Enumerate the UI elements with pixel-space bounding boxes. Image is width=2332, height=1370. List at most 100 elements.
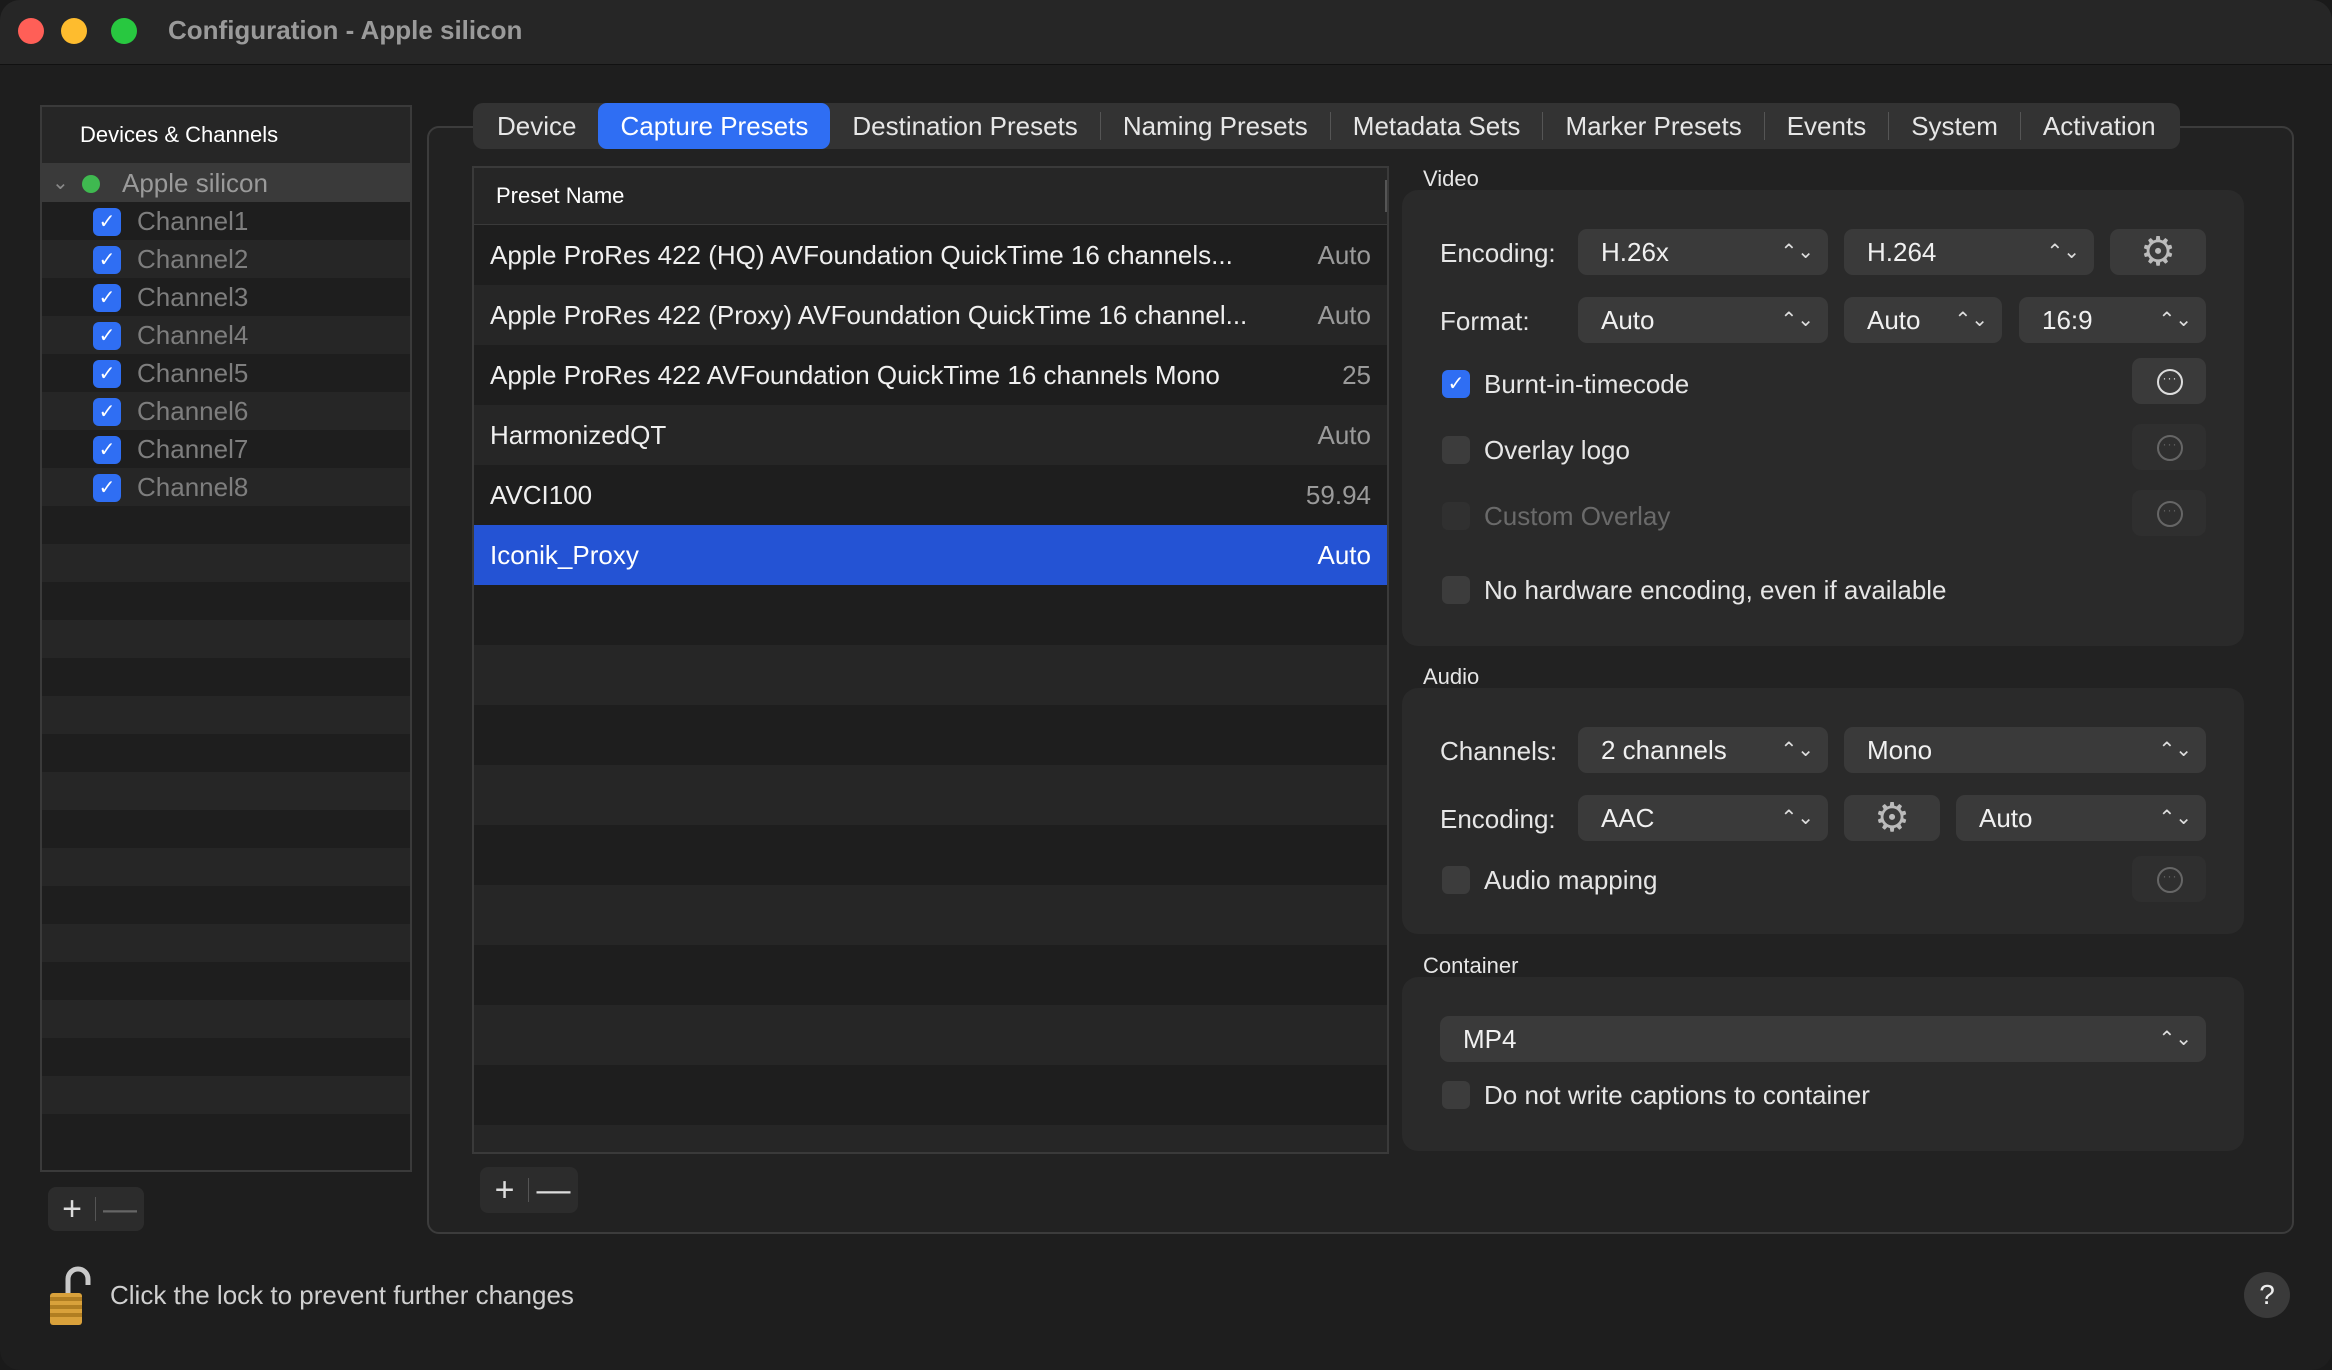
audio-sample-rate-popup[interactable]: Auto ⌃⌄ xyxy=(1956,795,2206,841)
preset-name-column-header[interactable]: Preset Name xyxy=(474,168,1387,225)
audio-encoding-popup[interactable]: AAC ⌃⌄ xyxy=(1578,795,1828,841)
video-encoder-settings-button[interactable]: ⚙ xyxy=(2110,229,2206,275)
burnt-in-timecode-label: Burnt-in-timecode xyxy=(1484,369,1690,399)
empty-row xyxy=(42,620,410,658)
audio-mapping-options-button[interactable]: ··· xyxy=(2132,856,2206,902)
updown-chevron-icon: ⌃⌄ xyxy=(1780,241,1814,263)
empty-row xyxy=(474,825,1387,885)
preset-rate: Auto xyxy=(1317,300,1372,330)
tab-naming-presets[interactable]: Naming Presets xyxy=(1101,103,1330,149)
audio-channels-label: Channels: xyxy=(1440,736,1558,766)
popup-value: H.264 xyxy=(1867,237,1937,267)
channel-row[interactable]: ✓ Channel7 xyxy=(42,430,410,468)
tab-activation[interactable]: Activation xyxy=(2021,103,2178,149)
empty-row xyxy=(42,734,410,772)
tab-destination-presets[interactable]: Destination Presets xyxy=(830,103,1099,149)
remove-device-button[interactable]: — xyxy=(96,1187,144,1231)
zoom-window-button[interactable] xyxy=(111,18,137,44)
video-frame-rate-popup[interactable]: Auto ⌃⌄ xyxy=(1844,297,2002,343)
channel-checkbox[interactable]: ✓ xyxy=(93,322,121,350)
empty-row xyxy=(474,645,1387,705)
channel-row[interactable]: ✓ Channel3 xyxy=(42,278,410,316)
channel-checkbox[interactable]: ✓ xyxy=(93,398,121,426)
updown-chevron-icon: ⌃⌄ xyxy=(2158,309,2192,331)
custom-overlay-label: Custom Overlay xyxy=(1484,501,1671,531)
device-row-apple-silicon[interactable]: ⌄ Apple silicon xyxy=(42,164,410,202)
channel-row[interactable]: ✓ Channel8 xyxy=(42,468,410,506)
preset-row[interactable]: HarmonizedQT Auto xyxy=(474,405,1387,465)
burnt-in-options-button[interactable]: ··· xyxy=(2132,358,2206,404)
preset-row[interactable]: Apple ProRes 422 (HQ) AVFoundation Quick… xyxy=(474,225,1387,285)
tab-capture-presets[interactable]: Capture Presets xyxy=(598,103,831,149)
custom-overlay-checkbox[interactable] xyxy=(1442,502,1470,530)
burnt-in-timecode-checkbox[interactable]: ✓ xyxy=(1442,370,1470,398)
updown-chevron-icon: ⌃⌄ xyxy=(1780,309,1814,331)
audio-channel-mode-popup[interactable]: Mono ⌃⌄ xyxy=(1844,727,2206,773)
preset-rate: Auto xyxy=(1317,540,1372,570)
empty-row xyxy=(42,696,410,734)
popup-value: MP4 xyxy=(1463,1024,1517,1054)
channel-row[interactable]: ✓ Channel1 xyxy=(42,202,410,240)
updown-chevron-icon: ⌃⌄ xyxy=(2158,1028,2192,1050)
tab-metadata-sets[interactable]: Metadata Sets xyxy=(1331,103,1543,149)
updown-chevron-icon: ⌃⌄ xyxy=(2158,807,2192,829)
audio-mapping-checkbox[interactable] xyxy=(1442,866,1470,894)
popup-value: Auto xyxy=(1979,803,2033,833)
remove-preset-button[interactable]: — xyxy=(529,1167,578,1213)
audio-encoder-settings-button[interactable]: ⚙ xyxy=(1844,795,1940,841)
empty-row xyxy=(474,585,1387,645)
channel-checkbox[interactable]: ✓ xyxy=(93,474,121,502)
channel-checkbox[interactable]: ✓ xyxy=(93,436,121,464)
audio-mapping-label: Audio mapping xyxy=(1484,865,1658,895)
preset-row[interactable]: AVCI100 59.94 xyxy=(474,465,1387,525)
custom-overlay-options-button[interactable]: ··· xyxy=(2132,490,2206,536)
channel-checkbox[interactable]: ✓ xyxy=(93,246,121,274)
empty-row xyxy=(42,658,410,696)
video-format-size-popup[interactable]: Auto ⌃⌄ xyxy=(1578,297,1828,343)
empty-row xyxy=(474,1065,1387,1125)
tab-device[interactable]: Device xyxy=(475,103,598,149)
add-device-button[interactable]: + xyxy=(48,1187,96,1231)
audio-channels-popup[interactable]: 2 channels ⌃⌄ xyxy=(1578,727,1828,773)
video-aspect-popup[interactable]: 16:9 ⌃⌄ xyxy=(2019,297,2206,343)
gear-icon: ⚙ xyxy=(1874,796,1910,840)
channel-checkbox[interactable]: ✓ xyxy=(93,360,121,388)
channel-checkbox[interactable]: ✓ xyxy=(93,284,121,312)
help-button[interactable]: ? xyxy=(2244,1272,2290,1318)
empty-row xyxy=(474,885,1387,945)
preset-row[interactable]: Iconik_Proxy Auto xyxy=(474,525,1387,585)
close-window-button[interactable] xyxy=(18,18,44,44)
chevron-down-icon[interactable]: ⌄ xyxy=(52,164,69,202)
empty-row xyxy=(474,1005,1387,1065)
video-codec-popup[interactable]: H.264 ⌃⌄ xyxy=(1844,229,2094,275)
channel-row[interactable]: ✓ Channel4 xyxy=(42,316,410,354)
overlay-logo-checkbox[interactable] xyxy=(1442,436,1470,464)
tab-events[interactable]: Events xyxy=(1765,103,1889,149)
container-format-popup[interactable]: MP4 ⌃⌄ xyxy=(1440,1016,2206,1062)
channel-row[interactable]: ✓ Channel2 xyxy=(42,240,410,278)
preset-name: Apple ProRes 422 AVFoundation QuickTime … xyxy=(490,360,1220,390)
unlocked-padlock-icon[interactable] xyxy=(48,1265,94,1327)
preset-row[interactable]: Apple ProRes 422 (Proxy) AVFoundation Qu… xyxy=(474,285,1387,345)
no-hardware-encoding-checkbox[interactable] xyxy=(1442,576,1470,604)
preset-rate: Auto xyxy=(1317,240,1372,270)
overlay-logo-options-button[interactable]: ··· xyxy=(2132,424,2206,470)
tab-marker-presets[interactable]: Marker Presets xyxy=(1543,103,1763,149)
ellipsis-circle-icon: ··· xyxy=(2157,435,2183,461)
no-captions-checkbox[interactable] xyxy=(1442,1081,1470,1109)
add-preset-button[interactable]: + xyxy=(480,1167,529,1213)
video-encoding-family-popup[interactable]: H.26x ⌃⌄ xyxy=(1578,229,1828,275)
channel-row[interactable]: ✓ Channel6 xyxy=(42,392,410,430)
minimize-window-button[interactable] xyxy=(61,18,87,44)
empty-row xyxy=(42,1076,410,1114)
window-title: Configuration - Apple silicon xyxy=(168,15,523,45)
gear-icon: ⚙ xyxy=(2140,230,2176,274)
channel-row[interactable]: ✓ Channel5 xyxy=(42,354,410,392)
preset-row[interactable]: Apple ProRes 422 AVFoundation QuickTime … xyxy=(474,345,1387,405)
column-resize-handle[interactable] xyxy=(1385,180,1387,212)
tab-system[interactable]: System xyxy=(1889,103,2020,149)
preset-name: HarmonizedQT xyxy=(490,420,667,450)
container-group: MP4 ⌃⌄ Do not write captions to container xyxy=(1402,977,2244,1151)
channel-checkbox[interactable]: ✓ xyxy=(93,208,121,236)
preset-add-remove-control: + — xyxy=(480,1167,578,1213)
